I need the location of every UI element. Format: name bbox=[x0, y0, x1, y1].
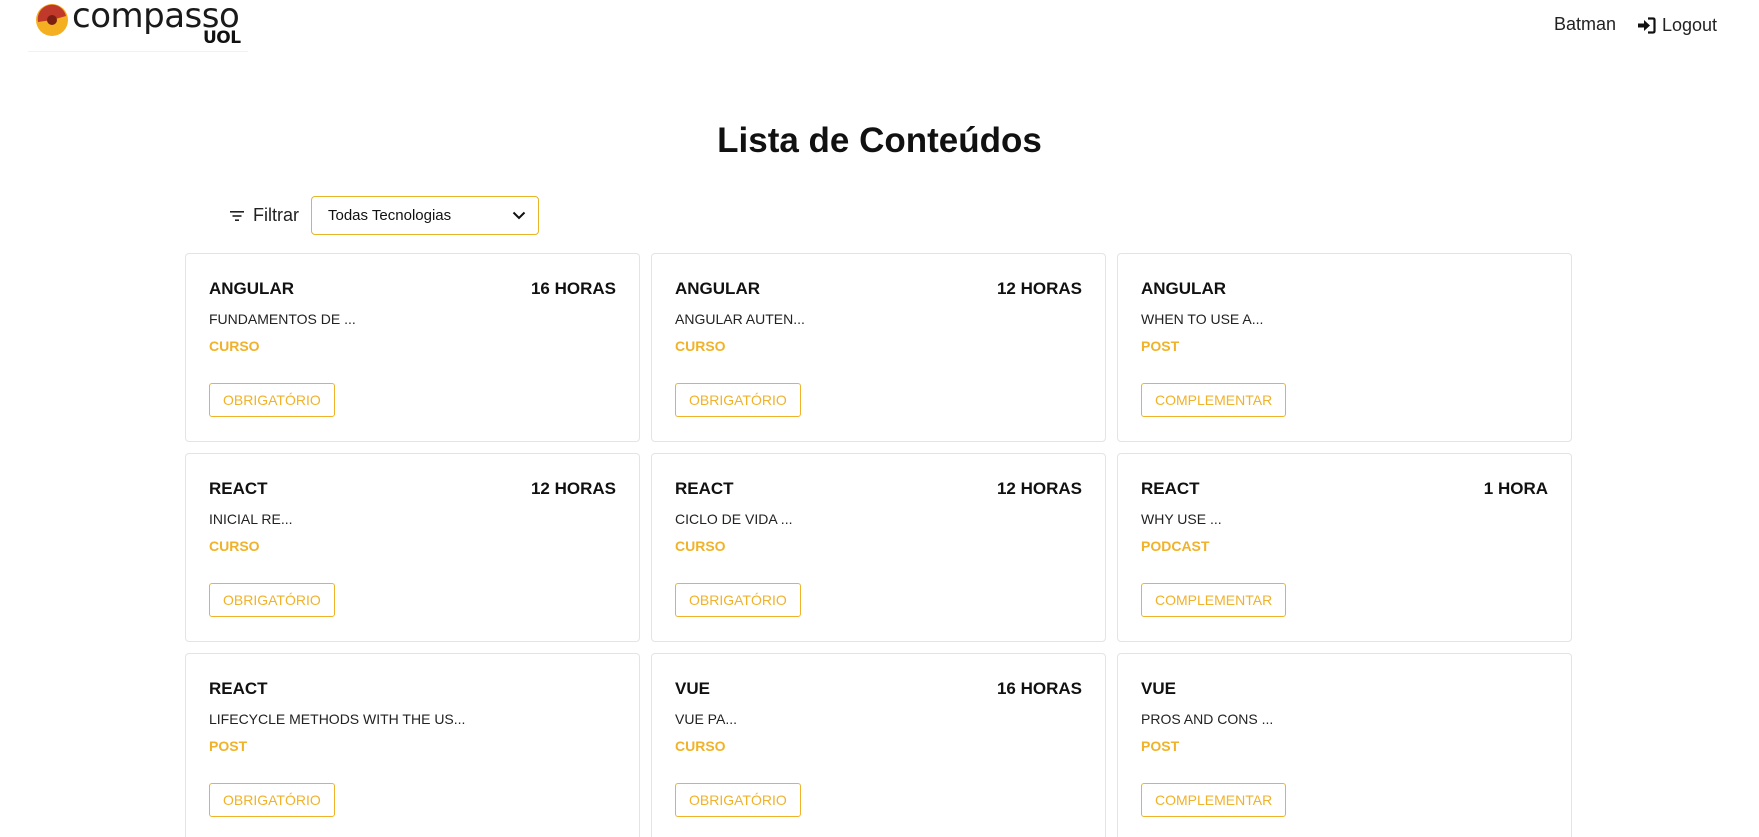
card-technology: ANGULAR bbox=[1141, 279, 1226, 298]
card-type: POST bbox=[1141, 338, 1180, 354]
content-grid: ANGULAR 16 HORAS FUNDAMENTOS DE ... CURS… bbox=[185, 253, 1572, 837]
card-technology: ANGULAR bbox=[675, 279, 760, 298]
card-type: CURSO bbox=[675, 338, 726, 354]
card-badge: COMPLEMENTAR bbox=[1141, 783, 1287, 817]
card-type: PODCAST bbox=[1141, 538, 1210, 554]
card-type: CURSO bbox=[675, 538, 726, 554]
card-title: LIFECYCLE METHODS WITH THE US... bbox=[209, 711, 466, 727]
content-card[interactable]: VUE PROS AND CONS ... POST COMPLEMENTAR bbox=[1117, 653, 1572, 837]
card-title: WHY USE ... bbox=[1141, 511, 1222, 527]
technology-select[interactable]: Todas Tecnologias bbox=[311, 195, 539, 235]
content-card[interactable]: VUE 16 HORAS VUE PA... CURSO OBRIGATÓRIO bbox=[651, 653, 1106, 837]
logout-button[interactable]: Logout bbox=[1637, 13, 1717, 37]
logout-label: Logout bbox=[1662, 14, 1718, 35]
user-name: Batman bbox=[1554, 14, 1617, 34]
card-duration: 12 HORAS bbox=[996, 479, 1082, 498]
card-type: POST bbox=[209, 738, 248, 754]
card-technology: REACT bbox=[1141, 479, 1200, 498]
card-title: FUNDAMENTOS DE ... bbox=[209, 311, 356, 327]
card-duration: 16 HORAS bbox=[996, 679, 1082, 698]
card-title: PROS AND CONS ... bbox=[1141, 711, 1274, 727]
compasso-logo-icon bbox=[36, 4, 68, 36]
sign-out-icon bbox=[1638, 16, 1656, 34]
card-title: ANGULAR AUTEN... bbox=[675, 311, 805, 327]
card-badge: OBRIGATÓRIO bbox=[209, 783, 335, 817]
content-card[interactable]: ANGULAR 16 HORAS FUNDAMENTOS DE ... CURS… bbox=[185, 253, 640, 442]
card-duration: 16 HORAS bbox=[530, 279, 616, 298]
content-card[interactable]: ANGULAR WHEN TO USE A... POST COMPLEMENT… bbox=[1117, 253, 1572, 442]
card-title: CICLO DE VIDA ... bbox=[675, 511, 793, 527]
card-type: CURSO bbox=[675, 738, 726, 754]
filter-label: Filtrar bbox=[253, 204, 299, 225]
card-technology: VUE bbox=[675, 679, 710, 698]
content-card[interactable]: REACT 12 HORAS CICLO DE VIDA ... CURSO O… bbox=[651, 453, 1106, 642]
content-card[interactable]: REACT 1 HORA WHY USE ... PODCAST COMPLEM… bbox=[1117, 453, 1572, 642]
card-badge: OBRIGATÓRIO bbox=[209, 383, 335, 417]
card-badge: OBRIGATÓRIO bbox=[675, 783, 801, 817]
card-type: CURSO bbox=[209, 538, 260, 554]
compasso-uol-logo[interactable]: compasso UOL bbox=[28, 0, 248, 52]
card-technology: ANGULAR bbox=[209, 279, 294, 298]
card-technology: VUE bbox=[1141, 679, 1176, 698]
card-type: POST bbox=[1141, 738, 1180, 754]
card-badge: COMPLEMENTAR bbox=[1141, 583, 1287, 617]
card-badge: OBRIGATÓRIO bbox=[675, 383, 801, 417]
content-card[interactable]: ANGULAR 12 HORAS ANGULAR AUTEN... CURSO … bbox=[651, 253, 1106, 442]
card-badge: COMPLEMENTAR bbox=[1141, 383, 1287, 417]
header: compasso UOL Batman Logout bbox=[0, 0, 1759, 60]
card-title: INICIAL RE... bbox=[209, 511, 293, 527]
filter-bar: Filtrar Todas Tecnologias bbox=[229, 195, 539, 235]
content-card[interactable]: REACT 12 HORAS INICIAL RE... CURSO OBRIG… bbox=[185, 453, 640, 642]
card-duration: 1 HORA bbox=[1483, 479, 1548, 498]
filter-icon bbox=[230, 211, 244, 221]
chevron-down-icon bbox=[512, 211, 526, 219]
content-card[interactable]: REACT LIFECYCLE METHODS WITH THE US... P… bbox=[185, 653, 640, 837]
card-type: CURSO bbox=[209, 338, 260, 354]
card-title: WHEN TO USE A... bbox=[1141, 311, 1264, 327]
card-title: VUE PA... bbox=[675, 711, 737, 727]
card-badge: OBRIGATÓRIO bbox=[209, 583, 335, 617]
card-technology: REACT bbox=[209, 479, 268, 498]
logo-subtext: UOL bbox=[203, 28, 241, 48]
card-duration: 12 HORAS bbox=[996, 279, 1082, 298]
card-badge: OBRIGATÓRIO bbox=[675, 583, 801, 617]
card-duration: 12 HORAS bbox=[530, 479, 616, 498]
technology-select-value: Todas Tecnologias bbox=[328, 206, 452, 224]
page-title: Lista de Conteúdos bbox=[717, 121, 1042, 160]
card-technology: REACT bbox=[209, 679, 268, 698]
card-technology: REACT bbox=[675, 479, 734, 498]
